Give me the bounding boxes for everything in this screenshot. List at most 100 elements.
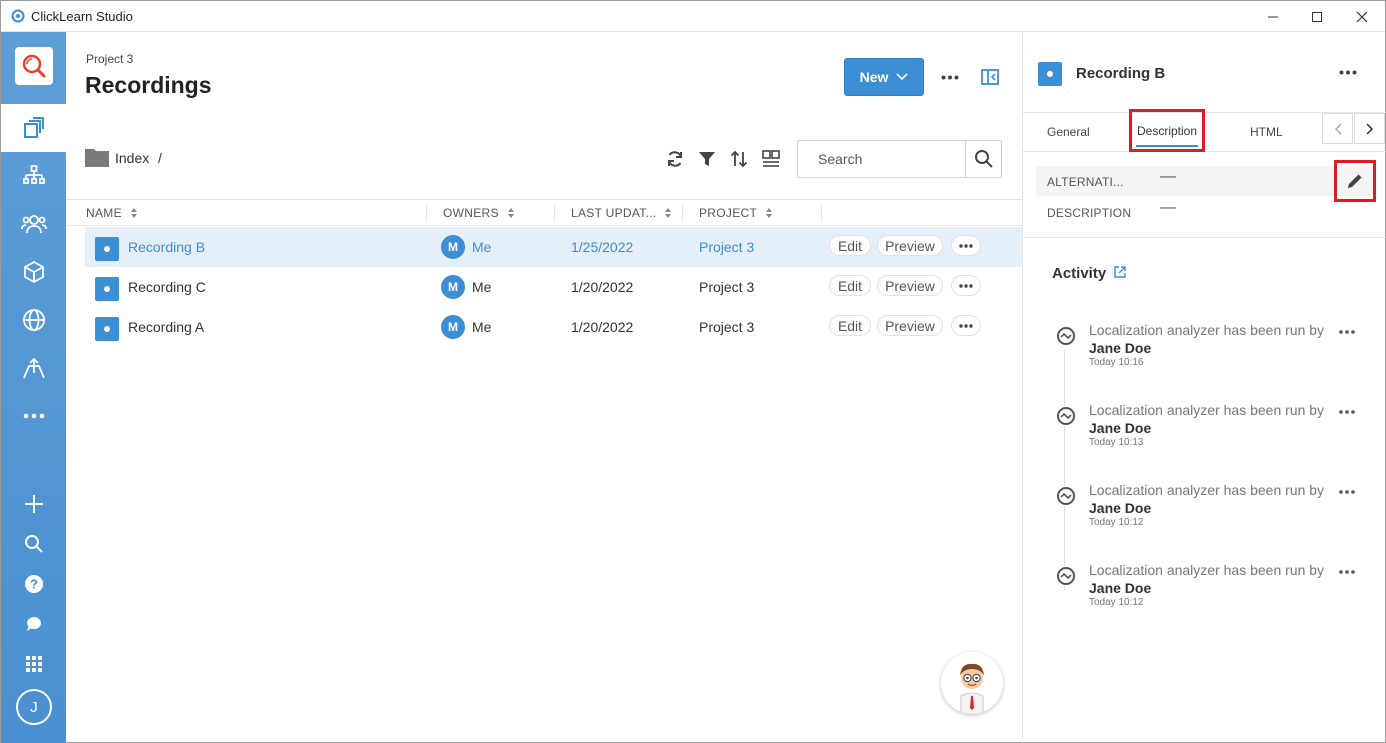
tabs-prev-button[interactable]	[1322, 113, 1353, 144]
property-value: —	[1160, 199, 1176, 216]
sidebar-item-users[interactable]	[21, 211, 47, 237]
activity-user[interactable]: Jane Doe	[1089, 580, 1151, 596]
tab-description-label: Description	[1136, 123, 1198, 138]
activity-text: Localization analyzer has been run by	[1089, 322, 1325, 338]
minimize-button[interactable]	[1250, 1, 1296, 32]
maximize-icon	[1312, 11, 1322, 22]
preview-button[interactable]: Preview	[877, 235, 943, 256]
globe-icon	[23, 309, 45, 331]
edit-button[interactable]: Edit	[829, 235, 871, 256]
details-more-button[interactable]	[1336, 64, 1360, 80]
chevron-down-icon	[896, 73, 908, 81]
more-icon	[959, 243, 973, 248]
activity-more-button[interactable]	[1337, 406, 1357, 418]
sidebar-chat-button[interactable]	[21, 611, 47, 637]
row-more-button[interactable]	[951, 275, 981, 296]
maximize-button[interactable]	[1294, 1, 1340, 32]
sidebar-item-recordings[interactable]	[1, 104, 66, 152]
column-header-project[interactable]: PROJECT	[699, 206, 773, 220]
sidebar-add-button[interactable]	[21, 491, 47, 517]
activity-item: Localization analyzer has been run by Ja…	[1053, 322, 1383, 382]
sidebar-search-button[interactable]	[21, 531, 47, 557]
clicklearn-logo-icon	[22, 54, 46, 78]
sidebar-apps-button[interactable]	[21, 651, 47, 677]
new-button[interactable]: New	[844, 58, 924, 96]
row-more-button[interactable]	[951, 235, 981, 256]
edit-button[interactable]: Edit	[829, 275, 871, 296]
activity-item: Localization analyzer has been run by Ja…	[1053, 402, 1383, 462]
activity-more-button[interactable]	[1337, 326, 1357, 338]
tab-description[interactable]: Description	[1129, 109, 1205, 152]
close-button[interactable]	[1339, 1, 1385, 32]
sidebar-item-more[interactable]	[21, 403, 47, 429]
preview-button[interactable]: Preview	[877, 275, 943, 296]
project-link[interactable]: Project 3	[699, 279, 754, 295]
search-icon	[25, 535, 43, 553]
search-button[interactable]	[965, 141, 1001, 177]
recordings-icon	[24, 117, 44, 138]
tab-general[interactable]: General	[1047, 125, 1090, 139]
search-input[interactable]	[799, 142, 965, 176]
project-link[interactable]: Project 3	[699, 319, 754, 335]
header-more-button[interactable]	[938, 68, 962, 86]
sidebar-item-publish[interactable]	[21, 355, 47, 381]
recording-name[interactable]: Recording A	[128, 319, 204, 335]
project-link[interactable]: Project 3	[699, 239, 754, 255]
more-icon	[1339, 70, 1357, 74]
column-header-last-updated[interactable]: LAST UPDAT...	[571, 206, 672, 220]
close-icon	[1356, 11, 1368, 22]
refresh-button[interactable]	[664, 149, 686, 169]
sort-button[interactable]	[728, 149, 750, 169]
owner-name[interactable]: Me	[472, 239, 491, 255]
recording-icon	[1038, 62, 1062, 86]
activity-user[interactable]: Jane Doe	[1089, 420, 1151, 436]
tab-html[interactable]: HTML	[1250, 125, 1283, 139]
analyzer-activity-icon	[1056, 326, 1076, 346]
recording-name[interactable]: Recording B	[128, 239, 205, 255]
project-breadcrumb[interactable]: Project 3	[86, 52, 133, 66]
activity-user[interactable]: Jane Doe	[1089, 500, 1151, 516]
sidebar-item-packages[interactable]	[21, 259, 47, 285]
row-more-button[interactable]	[951, 315, 981, 336]
toggle-panel-icon[interactable]	[980, 68, 1000, 86]
activity-item: Localization analyzer has been run by Ja…	[1053, 562, 1383, 622]
edit-button[interactable]: Edit	[829, 315, 871, 336]
owner-name[interactable]: Me	[472, 279, 491, 295]
tabs-next-button[interactable]	[1354, 113, 1385, 144]
recording-name[interactable]: Recording C	[128, 279, 206, 295]
activity-text: Localization analyzer has been run by	[1089, 482, 1325, 498]
activity-more-button[interactable]	[1337, 566, 1357, 578]
view-toggle-button[interactable]	[760, 149, 782, 169]
property-key: ALTERNATI...	[1047, 175, 1124, 189]
assistant-character-icon	[960, 663, 984, 714]
assistant-avatar-button[interactable]	[941, 652, 1003, 714]
owner-name[interactable]: Me	[472, 319, 491, 335]
app-window: ClickLearn Studio ? J Project 3 Recordin…	[0, 0, 1386, 743]
property-row-alternative[interactable]: ALTERNATI... —	[1036, 166, 1374, 196]
user-avatar[interactable]: J	[16, 689, 52, 725]
table-row[interactable]: Recording A M Me 1/20/2022 Project 3 Edi…	[85, 307, 1022, 347]
property-row-description[interactable]: DESCRIPTION —	[1036, 197, 1374, 227]
table-row[interactable]: Recording C M Me 1/20/2022 Project 3 Edi…	[85, 267, 1022, 307]
external-link-icon[interactable]	[1113, 265, 1127, 279]
title-bar: ClickLearn Studio	[1, 1, 1385, 32]
column-header-owners[interactable]: OWNERS	[443, 206, 515, 220]
clicklearn-logo-button[interactable]	[15, 47, 53, 85]
activity-user[interactable]: Jane Doe	[1089, 340, 1151, 356]
table-row[interactable]: Recording B M Me 1/25/2022 Project 3 Edi…	[85, 227, 1022, 267]
details-title: Recording B	[1076, 65, 1166, 82]
sidebar-help-button[interactable]: ?	[21, 571, 47, 597]
sidebar-item-languages[interactable]	[21, 307, 47, 333]
pencil-icon	[1348, 174, 1362, 188]
timeline-line	[1064, 350, 1065, 590]
refresh-icon	[668, 151, 682, 167]
hierarchy-icon	[23, 165, 45, 184]
activity-more-button[interactable]	[1337, 486, 1357, 498]
edit-property-button[interactable]	[1334, 160, 1376, 202]
folder-breadcrumb-index[interactable]: Index	[115, 150, 149, 166]
sidebar-item-hierarchy[interactable]	[21, 163, 47, 189]
app-logo-icon	[11, 9, 25, 23]
preview-button[interactable]: Preview	[877, 315, 943, 336]
column-header-name[interactable]: NAME	[86, 206, 138, 220]
filter-button[interactable]	[696, 149, 718, 169]
